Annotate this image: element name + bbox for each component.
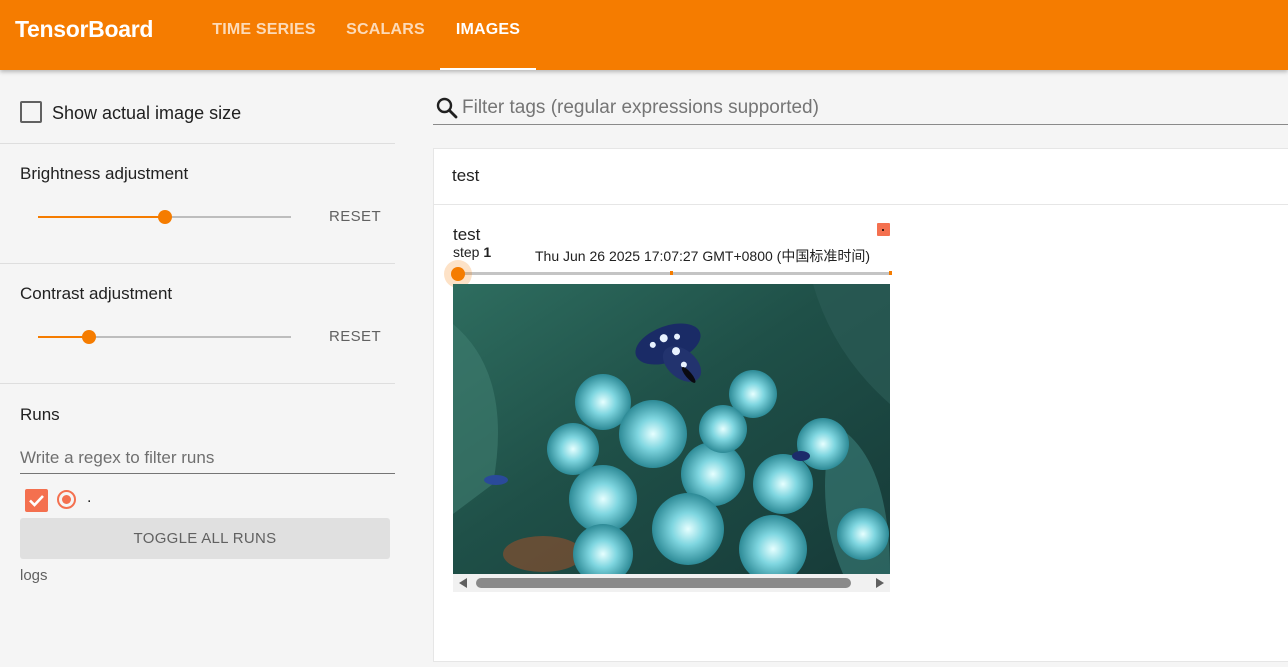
step-value: 1 (483, 244, 492, 260)
divider (0, 263, 395, 264)
scroll-left-arrow-icon[interactable] (459, 578, 467, 588)
toggle-all-runs-button[interactable]: TOGGLE ALL RUNS (20, 518, 390, 559)
show-actual-size-checkbox[interactable] (20, 101, 42, 123)
run-name: . (87, 489, 92, 506)
search-icon (436, 97, 458, 119)
top-app-bar: TensorBoard TIME SERIES SCALARS IMAGES (0, 0, 1288, 70)
step-slider-thumb[interactable] (451, 267, 465, 281)
tag-group-title: test (452, 166, 480, 185)
step-label: step (453, 244, 480, 260)
logdir-label: logs (20, 567, 48, 584)
run-radio-button[interactable] (57, 490, 76, 509)
run-checkbox[interactable] (25, 489, 48, 512)
tab-label: SCALARS (346, 21, 425, 38)
tag-group-header[interactable]: test (434, 149, 1288, 205)
tab-time-series[interactable]: TIME SERIES (197, 0, 331, 70)
slider-thumb[interactable] (81, 330, 96, 344)
brightness-label: Brightness adjustment (20, 164, 189, 183)
image-card-title: test (453, 225, 481, 244)
brightness-reset-button[interactable]: RESET (329, 208, 381, 225)
app-title: TensorBoard (15, 16, 154, 42)
step-tick (889, 271, 892, 275)
run-color-swatch[interactable] (877, 223, 890, 236)
image-timestamp: Thu Jun 26 2025 17:07:27 GMT+0800 (中国标准时… (535, 248, 870, 264)
image-horizontal-scrollbar[interactable] (453, 574, 890, 592)
step-indicator: step 1 (453, 244, 491, 260)
runs-title: Runs (20, 405, 60, 424)
tab-label: TIME SERIES (212, 21, 316, 38)
contrast-reset-button[interactable]: RESET (329, 328, 381, 345)
sidebar: Show actual image size Brightness adjust… (0, 70, 395, 667)
image-content (453, 284, 890, 574)
step-slider-track (455, 272, 891, 275)
tag-group-panel: test test step 1 Thu Jun 26 2025 17:07:2… (433, 148, 1288, 662)
tag-filter-input[interactable] (462, 94, 1282, 122)
check-icon (29, 495, 44, 507)
butterfly-on-flowers-image (453, 284, 890, 574)
tab-images[interactable]: IMAGES (440, 0, 536, 70)
scrollbar-thumb[interactable] (476, 578, 851, 588)
tab-label: IMAGES (455, 21, 521, 38)
scroll-right-arrow-icon[interactable] (876, 578, 884, 588)
divider (0, 383, 395, 384)
runs-filter-input[interactable] (20, 442, 395, 474)
contrast-label: Contrast adjustment (20, 284, 173, 303)
tab-scalars[interactable]: SCALARS (331, 0, 440, 70)
show-actual-size-label: Show actual image size (52, 103, 242, 123)
tag-filter (433, 92, 1288, 125)
divider (0, 143, 395, 144)
slider-fill (38, 216, 165, 218)
slider-thumb[interactable] (157, 210, 172, 224)
step-tick (670, 271, 673, 275)
active-tab-indicator (440, 68, 536, 70)
